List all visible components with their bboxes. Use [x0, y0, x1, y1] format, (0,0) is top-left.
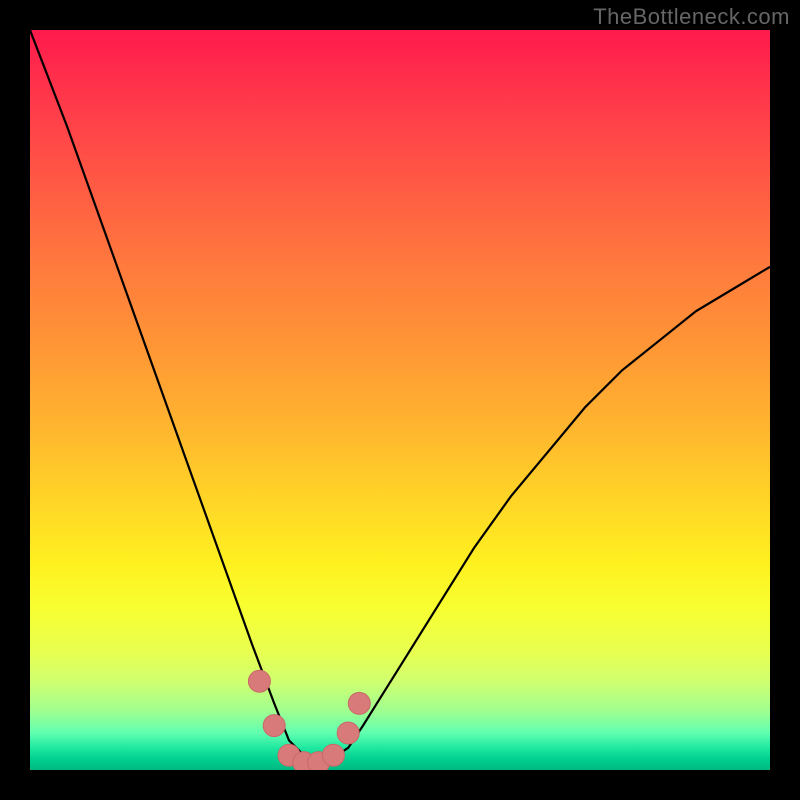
chart-frame: TheBottleneck.com — [0, 0, 800, 800]
highlight-markers — [248, 670, 370, 770]
highlight-point — [348, 692, 370, 714]
watermark-text: TheBottleneck.com — [593, 4, 790, 30]
bottleneck-curve — [30, 30, 770, 763]
curve-layer — [30, 30, 770, 770]
plot-area — [30, 30, 770, 770]
highlight-point — [263, 715, 285, 737]
highlight-point — [248, 670, 270, 692]
highlight-point — [337, 722, 359, 744]
highlight-point — [322, 744, 344, 766]
